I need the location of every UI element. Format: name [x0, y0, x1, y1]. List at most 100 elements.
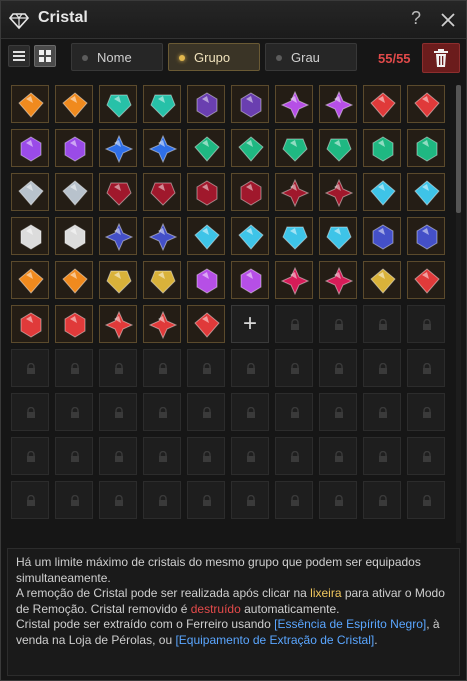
- trash-button[interactable]: [422, 43, 460, 73]
- scroll-thumb[interactable]: [456, 85, 461, 213]
- tab-grau[interactable]: Grau: [265, 43, 357, 71]
- item-link-essence[interactable]: [Essência de Espírito Negro]: [274, 617, 426, 631]
- crystal-slot[interactable]: [187, 261, 225, 299]
- crystal-slot[interactable]: [187, 305, 225, 343]
- crystal-slot[interactable]: [407, 217, 445, 255]
- crystal-slot[interactable]: [99, 217, 137, 255]
- crystal-slot[interactable]: [363, 261, 401, 299]
- crystal-slot[interactable]: [407, 129, 445, 167]
- lock-icon: [71, 407, 79, 418]
- crystal-slot[interactable]: [99, 85, 137, 123]
- crystal-slot[interactable]: [407, 261, 445, 299]
- info-text: automaticamente.: [240, 601, 340, 616]
- item-link-extraction-equipment[interactable]: [Equipamento de Extração de Cristal]: [175, 633, 374, 647]
- grid-view-button[interactable]: [34, 45, 56, 67]
- trash-icon: [434, 49, 448, 67]
- lock-icon: [291, 495, 299, 506]
- crystal-cyan-icon: [370, 180, 396, 206]
- add-crystal-slot[interactable]: +: [231, 305, 269, 343]
- locked-slot: [187, 393, 225, 431]
- locked-slot: [275, 349, 313, 387]
- title-bar[interactable]: Cristal ?: [1, 1, 466, 39]
- crystal-navy-icon: [149, 223, 177, 251]
- crystal-slot[interactable]: [319, 173, 357, 211]
- crystal-slot[interactable]: [143, 85, 181, 123]
- lock-icon: [335, 495, 343, 506]
- crystal-red-icon: [64, 312, 86, 338]
- crystal-slot[interactable]: [99, 261, 137, 299]
- locked-slot: [187, 481, 225, 519]
- scrollbar[interactable]: [456, 85, 461, 543]
- crystal-slot[interactable]: [407, 85, 445, 123]
- crystal-slot[interactable]: [363, 173, 401, 211]
- crystal-slot[interactable]: [363, 217, 401, 255]
- crystal-slot[interactable]: [55, 129, 93, 167]
- crystal-crimson-icon: [325, 179, 353, 207]
- crystal-slot[interactable]: [99, 129, 137, 167]
- locked-slot: [11, 393, 49, 431]
- crystal-slot[interactable]: [143, 217, 181, 255]
- lock-icon: [247, 407, 255, 418]
- lock-icon: [379, 407, 387, 418]
- window-title: Cristal: [38, 9, 88, 26]
- crystal-slot[interactable]: [231, 261, 269, 299]
- crystal-slot[interactable]: [319, 217, 357, 255]
- lock-icon: [203, 451, 211, 462]
- crystal-slot[interactable]: [99, 173, 137, 211]
- crystal-teal-icon: [106, 94, 132, 118]
- radio-dot: [179, 55, 185, 61]
- crystal-slot[interactable]: [275, 129, 313, 167]
- crystal-slot[interactable]: [319, 129, 357, 167]
- crystal-slot[interactable]: [55, 173, 93, 211]
- close-icon[interactable]: [438, 10, 458, 30]
- help-button[interactable]: ?: [406, 8, 426, 30]
- lock-icon: [159, 451, 167, 462]
- crystal-slot[interactable]: [275, 173, 313, 211]
- locked-slot: [363, 305, 401, 343]
- crystal-slot[interactable]: [231, 129, 269, 167]
- crystal-slot[interactable]: [55, 85, 93, 123]
- crystal-slot[interactable]: [187, 85, 225, 123]
- crystal-slot[interactable]: [231, 217, 269, 255]
- crystal-slot[interactable]: [275, 85, 313, 123]
- crystal-slot[interactable]: [187, 217, 225, 255]
- crystal-slot[interactable]: [11, 261, 49, 299]
- locked-slot: [363, 393, 401, 431]
- crystal-purple-dark-icon: [196, 92, 218, 118]
- crystal-slot[interactable]: [275, 217, 313, 255]
- tab-grupo[interactable]: Grupo: [168, 43, 260, 71]
- locked-slot: [407, 437, 445, 475]
- crystal-slot[interactable]: [363, 129, 401, 167]
- lock-icon: [291, 407, 299, 418]
- destroyed-keyword: destruído: [190, 601, 241, 616]
- crystal-slot[interactable]: [187, 173, 225, 211]
- crystal-slot[interactable]: [275, 261, 313, 299]
- crystal-slot[interactable]: [11, 217, 49, 255]
- crystal-slot[interactable]: [11, 129, 49, 167]
- locked-slot: [363, 437, 401, 475]
- crystal-slot[interactable]: [231, 173, 269, 211]
- crystal-slot[interactable]: [55, 261, 93, 299]
- tab-nome[interactable]: Nome: [71, 43, 163, 71]
- crystal-slot[interactable]: [11, 305, 49, 343]
- crystal-slot[interactable]: [143, 129, 181, 167]
- crystal-slot[interactable]: [99, 305, 137, 343]
- crystal-slot[interactable]: [187, 129, 225, 167]
- crystal-slot[interactable]: [55, 217, 93, 255]
- crystal-crimson-icon: [281, 179, 309, 207]
- crystal-slot[interactable]: [55, 305, 93, 343]
- trash-keyword: lixeira: [310, 586, 342, 600]
- crystal-slot[interactable]: [319, 85, 357, 123]
- locked-slot: [55, 481, 93, 519]
- crystal-slot[interactable]: [363, 85, 401, 123]
- crystal-slot[interactable]: [231, 85, 269, 123]
- locked-slot: [231, 481, 269, 519]
- crystal-slot[interactable]: [407, 173, 445, 211]
- crystal-slot[interactable]: [11, 85, 49, 123]
- crystal-slot[interactable]: [319, 261, 357, 299]
- list-view-button[interactable]: [8, 45, 30, 67]
- crystal-slot[interactable]: [143, 261, 181, 299]
- crystal-slot[interactable]: [143, 173, 181, 211]
- crystal-slot[interactable]: [143, 305, 181, 343]
- crystal-slot[interactable]: [11, 173, 49, 211]
